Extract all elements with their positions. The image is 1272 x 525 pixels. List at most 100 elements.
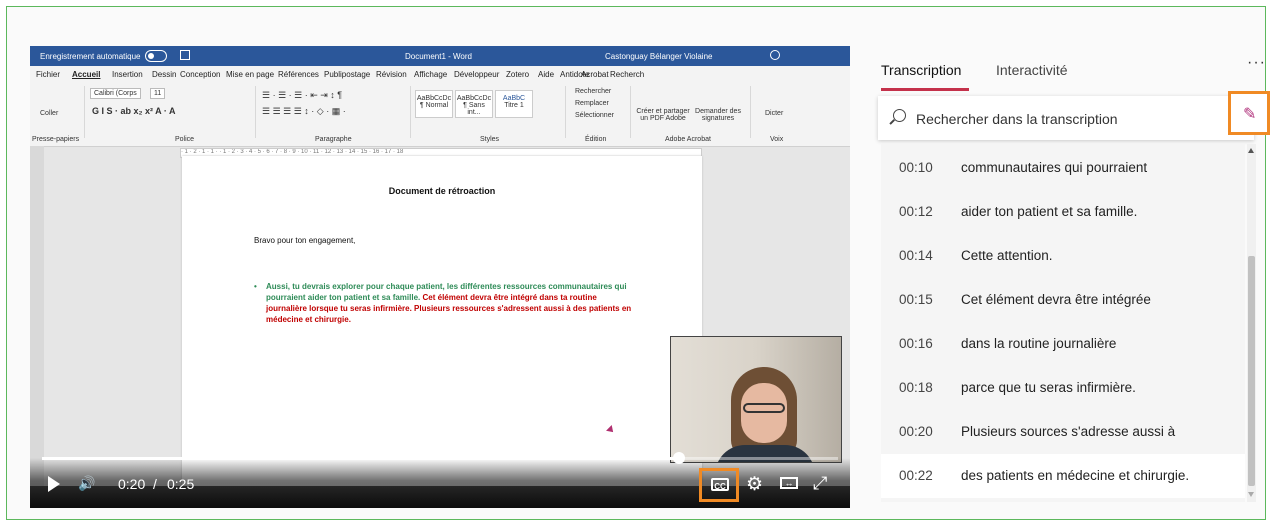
ribbon-separator <box>630 86 631 138</box>
time-separator: / <box>153 476 157 492</box>
webcam-person-glasses <box>743 403 785 413</box>
transcript-row[interactable]: 00:14 Cette attention. <box>881 234 1245 278</box>
clipboard-group-label: Presse-papiers <box>32 136 80 143</box>
font-name-box: Calibri (Corps <box>90 88 141 99</box>
ribbon-separator <box>410 86 411 138</box>
transcript-row[interactable]: 00:12 aider ton patient et sa famille. <box>881 190 1245 234</box>
transcript-text: Cette attention. <box>961 248 1053 263</box>
style-heading1-name: Titre 1 <box>504 102 524 109</box>
transcript-row[interactable]: 00:22 des patients en médecine et chirurg… <box>881 454 1245 498</box>
progress-fill <box>42 457 679 460</box>
paragraph-buttons: ☰ · ☰ · ☰ · ⇤ ⇥ ↕ ¶ <box>262 90 343 100</box>
style-heading1-sample: AaBbC <box>502 95 526 102</box>
transcript-row[interactable]: 00:18 parce que tu seras infirmière. <box>881 366 1245 410</box>
menu-item: Références <box>278 70 319 79</box>
transcript-scrollbar[interactable] <box>1247 144 1256 502</box>
style-no-spacing-name: ¶ Sans int... <box>463 102 485 116</box>
document-bullet: • Aussi, tu devrais explorer pour chaque… <box>254 281 634 325</box>
paste-label: Coller <box>40 110 59 117</box>
pencil-icon: ✎ <box>1243 106 1257 123</box>
transcript-text: des patients en médecine et chirurgie. <box>961 468 1190 483</box>
search-icon <box>893 109 906 122</box>
ribbon-separator <box>750 86 751 138</box>
voice-group-label: Voix <box>770 136 784 143</box>
menu-item: Aide <box>538 70 555 79</box>
word-titlebar: Enregistrement automatique Document1 - W… <box>30 46 850 66</box>
dictate-button: Dicter <box>765 110 784 117</box>
scroll-up-arrow-icon[interactable] <box>1248 148 1254 153</box>
bullet-dot-icon: • <box>254 282 257 291</box>
menu-item: Recherch <box>610 70 645 79</box>
request-signatures-button: Demander des signatures <box>695 108 741 122</box>
transcript-text: communautaires qui pourraient <box>961 160 1148 175</box>
transcript-row[interactable]: 00:10 communautaires qui pourraient <box>881 146 1245 190</box>
progress-bar[interactable] <box>42 452 838 464</box>
play-icon[interactable] <box>48 476 60 492</box>
volume-icon[interactable]: 🔊 <box>78 475 95 492</box>
webcam-overlay <box>670 336 842 463</box>
menu-item: Accueil <box>72 70 101 79</box>
menu-item: Affichage <box>414 70 448 79</box>
style-normal-sample: AaBbCcDc <box>416 95 452 102</box>
transcript-row[interactable]: 00:15 Cet élément devra être intégrée <box>881 278 1245 322</box>
total-duration: 0:25 <box>167 476 195 492</box>
editing-group-label: Édition <box>585 136 607 143</box>
progress-knob[interactable] <box>672 452 685 464</box>
search-input[interactable] <box>914 108 1218 130</box>
transcript-text: parce que tu seras infirmière. <box>961 380 1136 395</box>
transcript-timestamp[interactable]: 00:15 <box>899 292 933 307</box>
transcript-timestamp[interactable]: 00:18 <box>899 380 933 395</box>
transcript-text: aider ton patient et sa famille. <box>961 204 1138 219</box>
ribbon-separator <box>84 86 85 138</box>
fullscreen-icon[interactable]: ⤢ <box>813 473 827 494</box>
word-ribbon: Coller Presse-papiers Calibri (Corps 11 … <box>30 82 850 147</box>
autosave-toggle <box>145 50 167 62</box>
format-buttons: G I S · ab x₂ x² A · A <box>92 106 176 116</box>
video-player[interactable]: Enregistrement automatique Document1 - W… <box>30 46 850 508</box>
transcript-timestamp[interactable]: 00:14 <box>899 248 933 263</box>
transcript-row[interactable]: 00:16 dans la routine journalière <box>881 322 1245 366</box>
transcript-timestamp[interactable]: 00:12 <box>899 204 933 219</box>
select-button: Sélectionner <box>575 112 614 119</box>
transcript-timestamp[interactable]: 00:22 <box>899 468 933 483</box>
tab-interactivite[interactable]: Interactivité <box>996 62 1068 78</box>
transcript-timestamp[interactable]: 00:10 <box>899 160 933 175</box>
menu-item: Conception <box>180 70 221 79</box>
font-group-label: Police <box>175 136 195 143</box>
transcript-row[interactable]: 00:20 Plusieurs sources s'adresse aussi à <box>881 410 1245 454</box>
menu-item: Fichier <box>36 70 61 79</box>
document-page: Document de rétroaction Bravo pour ton e… <box>182 156 702 486</box>
scroll-down-arrow-icon[interactable] <box>1248 492 1254 497</box>
current-time: 0:20 <box>118 476 146 492</box>
style-normal-name: ¶ Normal <box>419 102 449 109</box>
transcript-text: Cet élément devra être intégrée <box>961 292 1151 307</box>
document-name: Document1 - Word <box>405 52 472 61</box>
menu-item: Zotero <box>506 70 530 79</box>
menu-item: Insertion <box>112 70 143 79</box>
ribbon-separator <box>565 86 566 138</box>
vertical-ruler <box>30 146 44 508</box>
edit-transcript-button[interactable]: ✎ <box>1228 91 1270 135</box>
create-pdf-button: Créer et partager un PDF Adobe <box>636 108 690 122</box>
tab-transcription[interactable]: Transcription <box>881 62 961 78</box>
menu-item: Développeur <box>454 70 500 79</box>
transcript-timestamp[interactable]: 00:16 <box>899 336 933 351</box>
replace-button: Remplacer <box>575 100 609 107</box>
style-normal: AaBbCcDc ¶ Normal <box>415 90 453 118</box>
transcript-list: 00:10 communautaires qui pourraient 00:12 a… <box>881 144 1245 502</box>
acrobat-group-label: Adobe Acrobat <box>665 136 711 143</box>
paragraph-group-label: Paragraphe <box>315 136 352 143</box>
ribbon-separator <box>255 86 256 138</box>
fit-width-icon[interactable]: ↔ <box>780 477 798 489</box>
menu-item: Révision <box>376 70 407 79</box>
user-avatar-icon <box>770 50 780 60</box>
closed-captions-icon[interactable]: CC <box>711 478 729 491</box>
transcript-timestamp[interactable]: 00:20 <box>899 424 933 439</box>
menu-item: Mise en page <box>226 70 275 79</box>
active-tab-underline <box>881 88 969 91</box>
more-options-icon[interactable]: ··· <box>1247 54 1266 72</box>
scroll-thumb[interactable] <box>1248 256 1255 486</box>
menu-item: Publipostage <box>324 70 371 79</box>
style-no-spacing: AaBbCcDc ¶ Sans int... <box>455 90 493 118</box>
settings-gear-icon[interactable]: ⚙ <box>746 473 763 496</box>
